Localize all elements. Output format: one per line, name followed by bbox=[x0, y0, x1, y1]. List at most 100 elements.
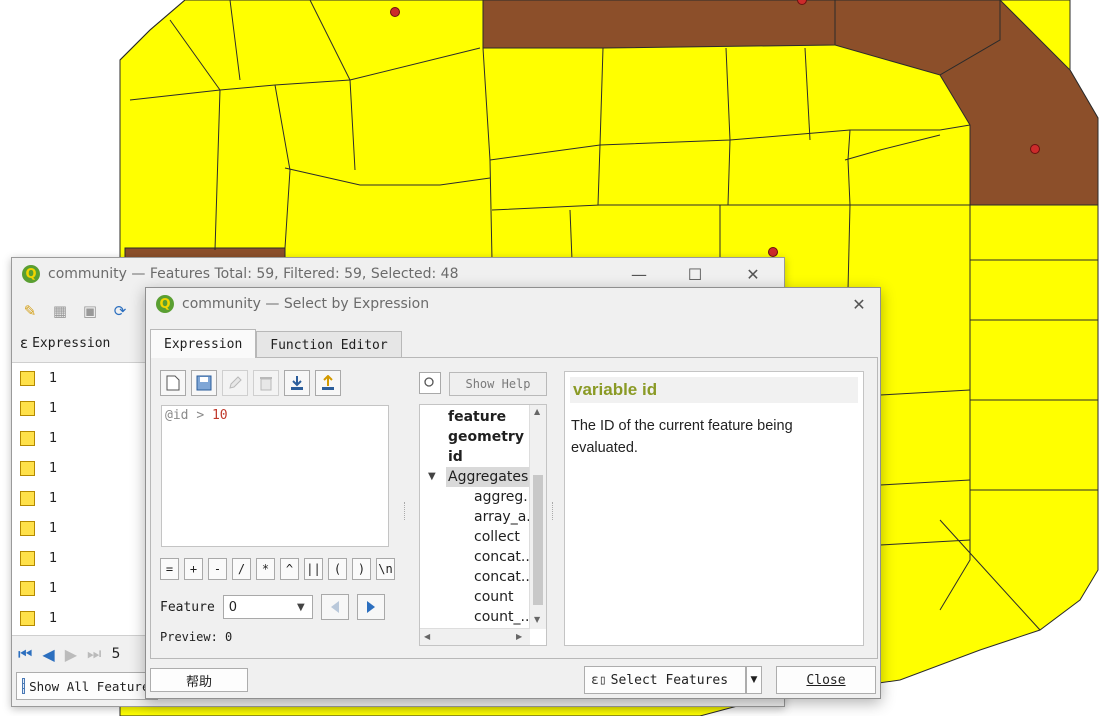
help-panel: variable id The ID of the current featur… bbox=[564, 371, 864, 646]
row-value: 1 bbox=[49, 370, 58, 386]
vertical-scrollbar[interactable]: ▲ ▼ bbox=[529, 405, 546, 629]
select-by-expression-dialog[interactable]: Q community — Select by Expression ✕ Exp… bbox=[145, 287, 881, 699]
row-value: 1 bbox=[49, 490, 58, 506]
first-record-icon[interactable]: ⏮ bbox=[18, 644, 32, 664]
help-button[interactable]: 帮助 bbox=[150, 668, 248, 692]
minimize-icon[interactable]: — bbox=[622, 262, 656, 286]
dialog-titlebar[interactable]: Q community — Select by Expression bbox=[146, 288, 880, 320]
reload-icon[interactable]: ⟳ bbox=[110, 301, 130, 321]
maximize-icon[interactable]: ☐ bbox=[678, 262, 712, 286]
show-help-button[interactable]: Show Help bbox=[449, 372, 547, 396]
tree-item[interactable]: count bbox=[474, 587, 514, 607]
trash-icon bbox=[260, 377, 272, 391]
expand-arrow-icon[interactable]: ▼ bbox=[428, 467, 436, 487]
dialog-close-icon[interactable]: ✕ bbox=[842, 292, 876, 316]
show-all-features-button[interactable]: Show All Features bbox=[16, 672, 158, 700]
tree-item[interactable]: geometry bbox=[448, 427, 524, 447]
horizontal-scrollbar[interactable]: ◀ ▶ bbox=[420, 628, 530, 645]
row-value: 1 bbox=[49, 400, 58, 416]
row-symbol-icon bbox=[20, 430, 35, 446]
row-value: 1 bbox=[49, 520, 58, 536]
tree-item[interactable]: feature bbox=[448, 407, 506, 427]
attribute-row[interactable]: 1 bbox=[12, 483, 147, 513]
multi-edit-icon[interactable]: ▦ bbox=[50, 301, 70, 321]
operator-button[interactable]: ) bbox=[352, 558, 371, 580]
expression-editor[interactable]: @id > 10 bbox=[161, 405, 389, 547]
expression-epsilon-icon: ε bbox=[20, 334, 29, 352]
operator-button[interactable]: - bbox=[208, 558, 227, 580]
previous-feature-button[interactable] bbox=[320, 594, 349, 620]
map-point-marker[interactable] bbox=[390, 7, 400, 17]
qgis-logo-icon: Q bbox=[22, 265, 40, 283]
attribute-row[interactable]: 1 bbox=[12, 543, 147, 573]
left-arrow-icon bbox=[330, 601, 339, 613]
previous-record-icon[interactable]: ◀ bbox=[42, 645, 54, 664]
attribute-row[interactable]: 1 bbox=[12, 603, 147, 633]
splitter-handle[interactable] bbox=[404, 502, 407, 520]
tab-function-editor[interactable]: Function Editor bbox=[256, 331, 402, 358]
attribute-row[interactable]: 1 bbox=[12, 573, 147, 603]
save-edits-icon[interactable]: ▣ bbox=[80, 301, 100, 321]
scroll-right-icon[interactable]: ▶ bbox=[516, 632, 522, 641]
operator-button[interactable]: + bbox=[184, 558, 203, 580]
import-expression-button[interactable] bbox=[284, 370, 310, 396]
scroll-down-icon[interactable]: ▼ bbox=[534, 615, 540, 624]
close-button[interactable]: Close bbox=[776, 666, 876, 694]
attribute-row[interactable]: 1 bbox=[12, 363, 147, 393]
attribute-row[interactable]: 1 bbox=[12, 453, 147, 483]
tree-item[interactable]: concat... bbox=[474, 547, 534, 567]
row-value: 1 bbox=[49, 580, 58, 596]
new-expression-button[interactable] bbox=[160, 370, 186, 396]
feature-combobox[interactable]: 0 ▼ bbox=[222, 595, 313, 619]
operator-button[interactable]: \n bbox=[376, 558, 395, 580]
edit-pencil-icon[interactable]: ✎ bbox=[20, 301, 40, 321]
operator-button[interactable]: = bbox=[160, 558, 179, 580]
save-expression-button[interactable] bbox=[191, 370, 217, 396]
attribute-row[interactable]: 1 bbox=[12, 513, 147, 543]
scroll-up-icon[interactable]: ▲ bbox=[534, 407, 540, 416]
tree-item[interactable]: id bbox=[448, 447, 463, 467]
operator-button[interactable]: ( bbox=[328, 558, 347, 580]
table-icon bbox=[22, 678, 26, 694]
operator-button[interactable]: || bbox=[304, 558, 323, 580]
scroll-left-icon[interactable]: ◀ bbox=[424, 632, 430, 641]
attribute-window-titlebar[interactable]: Q community — Features Total: 59, Filter… bbox=[12, 258, 784, 290]
parcel-brown[interactable] bbox=[482, 0, 836, 49]
edit-expression-button[interactable] bbox=[222, 370, 248, 396]
dialog-title: community — Select by Expression bbox=[182, 296, 430, 312]
attribute-row[interactable]: 1 bbox=[12, 423, 147, 453]
tree-item[interactable]: collect bbox=[474, 527, 520, 547]
next-feature-button[interactable] bbox=[356, 594, 385, 620]
select-features-label: Select Features bbox=[610, 672, 729, 688]
next-record-icon[interactable]: ▶ bbox=[65, 645, 77, 664]
attribute-expression-row[interactable]: ε Expression bbox=[20, 334, 110, 352]
tree-item[interactable]: count_... bbox=[474, 607, 534, 627]
function-tree[interactable]: feature geometry id ▼ Aggregates aggreg.… bbox=[419, 404, 547, 646]
map-point-marker[interactable] bbox=[1030, 144, 1040, 154]
row-value: 1 bbox=[49, 430, 58, 446]
operator-button[interactable]: ^ bbox=[280, 558, 299, 580]
export-icon bbox=[322, 375, 334, 390]
tab-expression[interactable]: Expression bbox=[150, 329, 257, 358]
last-record-icon[interactable]: ⏭ bbox=[87, 644, 101, 664]
map-point-marker[interactable] bbox=[768, 247, 778, 257]
tree-item[interactable]: concat... bbox=[474, 567, 534, 587]
select-features-button[interactable]: ε▯ Select Features bbox=[584, 666, 746, 694]
expr-operator: > bbox=[196, 408, 205, 423]
map-point-marker[interactable] bbox=[797, 0, 807, 5]
close-icon[interactable]: ✕ bbox=[736, 262, 770, 286]
select-features-dropdown[interactable]: ▼ bbox=[746, 666, 762, 694]
export-expression-button[interactable] bbox=[315, 370, 341, 396]
operator-button[interactable]: * bbox=[256, 558, 275, 580]
function-search-input[interactable] bbox=[419, 372, 441, 394]
attribute-row[interactable]: 1 bbox=[12, 393, 147, 423]
delete-expression-button[interactable] bbox=[253, 370, 279, 396]
attribute-row-list: 1 1 1 1 1 1 1 1 1 bbox=[12, 362, 147, 636]
tree-group-aggregates[interactable]: Aggregates bbox=[446, 467, 531, 487]
splitter-handle[interactable] bbox=[552, 502, 555, 520]
row-symbol-icon bbox=[20, 550, 35, 566]
new-file-icon bbox=[166, 375, 180, 391]
operator-button[interactable]: / bbox=[232, 558, 251, 580]
tree-item[interactable]: aggreg... bbox=[474, 487, 537, 507]
scroll-thumb[interactable] bbox=[533, 475, 543, 605]
